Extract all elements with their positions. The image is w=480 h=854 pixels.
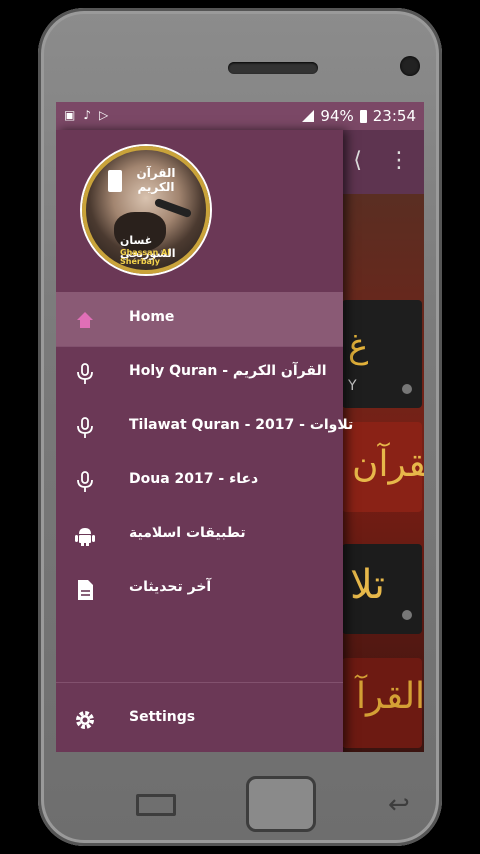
menu-item-label: تطبيقات اسلامية [129,525,246,541]
card-glyph: غ [348,326,369,366]
menu-item-label: آخر تحديثات [129,579,212,595]
back-button[interactable]: ↩ [388,790,410,820]
settings-label: Settings [129,709,196,725]
battery-percent: 94% [320,107,354,125]
share-icon[interactable]: ⟨ [353,148,362,173]
drawer-header: القرآن الكريم غسان الشوربجي Ghassan Al S… [56,130,343,292]
menu-item-tilawat[interactable]: Tilawat Quran - 2017 - تلاوات [56,400,353,454]
card-dot [402,384,412,394]
menu-item-doua[interactable]: Doua 2017 - دعاء [56,454,343,508]
album-card[interactable]: القرآن [342,422,424,512]
menu-item-label: Tilawat Quran - 2017 - تلاوات [129,417,354,433]
card-glyph: القرآن [352,444,424,485]
navigation-drawer: القرآن الكريم غسان الشوربجي Ghassan Al S… [56,130,353,752]
home-hardware-button[interactable] [246,776,316,832]
menu-item-label: Holy Quran - القرآن الكريم [129,363,327,379]
menu-item-latest-updates[interactable]: آخر تحديثات [56,562,343,616]
card-glyph: القرآ [356,676,424,717]
battery-icon [359,109,367,123]
document-icon [74,579,96,601]
menu-item-settings[interactable]: Settings [56,692,343,746]
music-notification-icon: ♪ [83,108,92,122]
divider [56,682,343,683]
menu-item-label: Doua 2017 - دعاء [129,471,259,487]
play-notification-icon: ▷ [99,108,109,122]
status-bar: ▣ ♪ ▷ 94% 23:54 [56,102,424,130]
image-notification-icon: ▣ [64,108,76,122]
drawer-menu: Home Holy Quran - القرآن الكريم Tilawat … [56,292,353,616]
microphone-icon [74,417,96,439]
overflow-menu-icon[interactable]: ⋮ [388,148,410,173]
microphone-icon [74,471,96,493]
gear-icon [74,709,96,731]
front-camera [400,56,420,76]
card-sub: Y [348,378,357,394]
album-card[interactable]: غ Y [342,300,422,408]
clock: 23:54 [372,107,416,125]
card-dot [402,610,412,620]
album-title: القرآن الكريم [136,166,176,194]
menu-item-islamic-apps[interactable]: تطبيقات اسلامية [56,508,343,562]
album-card[interactable]: تلا [342,544,422,634]
card-glyph: تلا [350,562,385,608]
reciter-name-en: Ghassan Al Sherbajy [120,248,170,266]
phone-screen: ⟨ ⋮ غ Y القرآن تلا القرآ د ▣ ♪ ▷ [56,102,424,752]
android-icon [74,525,96,547]
menu-item-holy-quran[interactable]: Holy Quran - القرآن الكريم [56,346,343,400]
menu-item-label: Home [129,309,175,325]
home-icon [74,309,96,331]
reciter-avatar: القرآن الكريم غسان الشوربجي Ghassan Al S… [82,146,210,274]
recent-apps-button[interactable] [136,794,176,816]
signal-icon [302,110,315,122]
album-card[interactable]: القرآ [342,658,424,748]
microphone-icon [74,363,96,385]
microphone-image [153,197,193,219]
menu-item-home[interactable]: Home [56,292,343,346]
earpiece-speaker [228,62,318,74]
